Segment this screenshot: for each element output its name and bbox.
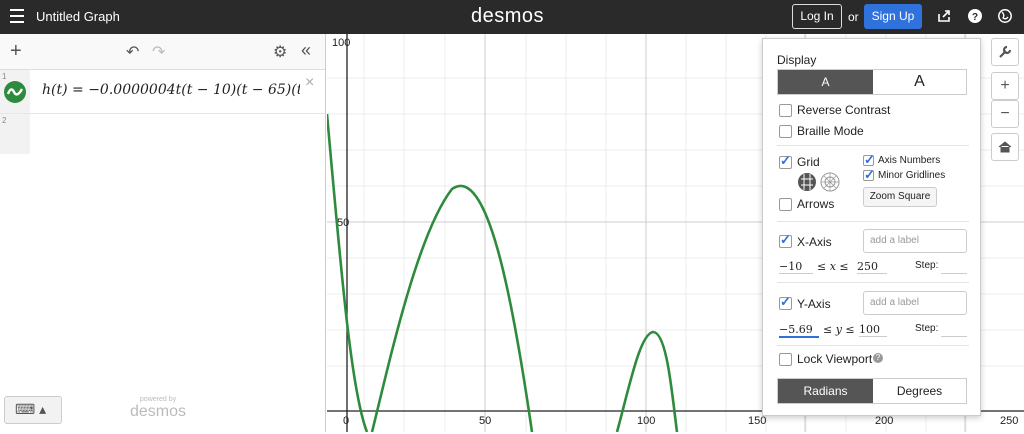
y-tick-label: 50: [337, 217, 349, 229]
divider: [777, 282, 969, 283]
display-mode-large[interactable]: A: [873, 70, 966, 94]
x-step-input[interactable]: [941, 260, 967, 274]
lock-viewport-checkbox[interactable]: [779, 353, 792, 366]
expression-row[interactable]: 1 h(t) = −0.0000004t(t − 10)(t − 65)(t ×: [0, 70, 325, 114]
add-expression-button[interactable]: +: [10, 40, 22, 63]
collapse-panel-button[interactable]: «: [301, 40, 311, 61]
axis-numbers-label: Axis Numbers: [878, 155, 941, 166]
desmos-logo: desmos: [471, 5, 545, 27]
display-mode-small[interactable]: A: [778, 70, 873, 94]
graph-title[interactable]: Untitled Graph: [36, 9, 120, 24]
menu-icon[interactable]: [10, 9, 24, 23]
powered-by-label: powered by: [139, 396, 177, 403]
x-axis-label: X-Axis: [797, 235, 832, 249]
grid-label: Grid: [797, 155, 820, 169]
divider: [777, 345, 969, 346]
expression-panel: + ↶ ↷ ⚙ « 1 h(t) = −0.0000004t(t − 10)(t…: [0, 34, 326, 432]
curve-color-icon[interactable]: [4, 81, 26, 103]
help-icon[interactable]: ?: [873, 353, 883, 363]
y-range-symbol: ≤ y ≤: [823, 323, 855, 336]
degrees-button[interactable]: Degrees: [873, 379, 966, 403]
x-axis-checkbox[interactable]: [779, 232, 792, 248]
x-tick-label: 0: [343, 415, 349, 427]
svg-text:?: ?: [972, 12, 978, 23]
divider: [777, 221, 969, 222]
x-tick-label: 200: [875, 415, 893, 427]
or-label: or: [848, 10, 859, 24]
expression-index: 1: [2, 72, 7, 81]
y-step-input[interactable]: [941, 323, 967, 337]
reverse-contrast-label: Reverse Contrast: [797, 103, 891, 117]
undo-button[interactable]: ↶: [126, 42, 139, 62]
reverse-contrast-checkbox[interactable]: [779, 104, 792, 117]
lock-viewport-label: Lock Viewport: [797, 352, 873, 366]
arrows-checkbox[interactable]: [779, 198, 792, 211]
zoom-in-icon[interactable]: +: [991, 72, 1019, 100]
display-heading: Display: [777, 53, 817, 67]
arrows-label: Arrows: [797, 197, 835, 211]
help-icon[interactable]: ?: [968, 9, 982, 23]
grid-checkbox[interactable]: [779, 153, 792, 169]
grid-type-icons: [798, 172, 840, 192]
globe-icon[interactable]: [998, 9, 1012, 23]
x-min-input[interactable]: −10: [779, 260, 813, 274]
x-tick-label: 50: [479, 415, 491, 427]
x-range-symbol: ≤ x ≤: [817, 260, 849, 273]
keyboard-toggle-button[interactable]: ⌨ ▴: [4, 396, 62, 424]
expression-formula[interactable]: h(t) = −0.0000004t(t − 10)(t − 65)(t: [42, 82, 300, 98]
axis-numbers-checkbox[interactable]: [863, 152, 875, 168]
y-axis-label-input[interactable]: add a label: [863, 291, 967, 315]
keyboard-icon: ⌨ ▴: [15, 401, 47, 417]
home-icon[interactable]: [991, 133, 1019, 161]
polar-grid-icon[interactable]: [820, 172, 840, 192]
zoom-square-button[interactable]: Zoom Square: [863, 187, 937, 207]
minor-gridlines-label: Minor Gridlines: [878, 170, 946, 181]
zoom-out-icon[interactable]: −: [991, 100, 1019, 128]
top-bar: Untitled Graph desmos Log In or Sign Up …: [0, 0, 1024, 34]
function-curve[interactable]: [327, 113, 679, 432]
minor-gridlines-checkbox[interactable]: [863, 167, 875, 183]
empty-expression-row[interactable]: 2: [0, 114, 325, 434]
x-tick-label: 150: [748, 415, 766, 427]
x-step-label: Step:: [915, 260, 939, 271]
y-min-input[interactable]: −5.69: [779, 323, 819, 338]
angle-mode-toggle: Radians Degrees: [777, 378, 967, 404]
expression-toolbar: + ↶ ↷ ⚙ «: [0, 34, 325, 70]
braille-mode-checkbox[interactable]: [779, 125, 792, 138]
y-max-input[interactable]: 100: [859, 323, 887, 337]
powered-by-desmos: powered by desmos: [130, 396, 186, 421]
x-max-input[interactable]: 250: [857, 260, 887, 274]
login-button[interactable]: Log In: [792, 4, 842, 29]
y-tick-label: 100: [332, 37, 350, 49]
share-icon[interactable]: [937, 9, 951, 23]
signup-button[interactable]: Sign Up: [864, 4, 922, 29]
wrench-icon[interactable]: [991, 38, 1019, 66]
x-tick-label: 100: [637, 415, 655, 427]
powered-by-logo: desmos: [130, 403, 187, 420]
redo-button[interactable]: ↷: [152, 42, 165, 62]
settings-gear-icon[interactable]: ⚙: [273, 42, 287, 62]
delete-expression-icon[interactable]: ×: [305, 74, 314, 92]
expression-index: 2: [2, 116, 7, 125]
y-axis-checkbox[interactable]: [779, 294, 792, 310]
braille-mode-label: Braille Mode: [797, 124, 864, 138]
x-tick-label: 250: [1000, 415, 1018, 427]
y-axis-label: Y-Axis: [797, 297, 831, 311]
y-step-label: Step:: [915, 323, 939, 334]
graph-settings-panel: Display A A Reverse Contrast Braille Mod…: [762, 38, 981, 416]
cartesian-grid-icon[interactable]: [798, 173, 816, 191]
radians-button[interactable]: Radians: [778, 379, 873, 403]
display-mode-toggle: A A: [777, 69, 967, 95]
x-axis-label-input[interactable]: add a label: [863, 229, 967, 253]
divider: [777, 145, 969, 146]
